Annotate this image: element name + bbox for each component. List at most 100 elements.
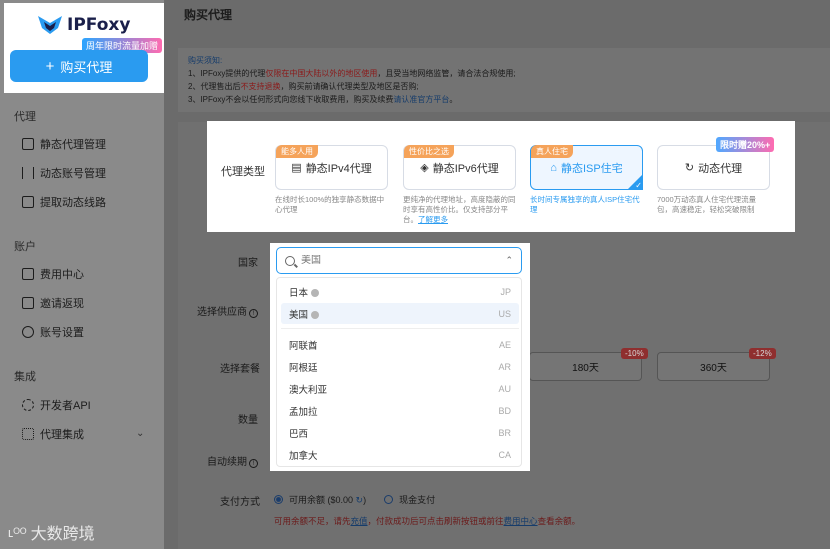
type-card-label: 静态ISP住宅 — [560, 162, 623, 175]
watermark-text: 大数跨境 — [30, 526, 95, 543]
nav-group-title: 集成 — [14, 371, 36, 383]
verified-icon — [311, 310, 320, 319]
buy-proxy-button[interactable]: + 购买代理 — [10, 50, 148, 82]
brand-name: IPFoxy — [67, 15, 131, 35]
plan-label: 选择套餐 — [220, 364, 260, 375]
proxy-type-static-ipv6[interactable]: 性价比之选 ◈ 静态IPv6代理 — [403, 145, 516, 190]
gift-icon — [22, 297, 34, 309]
type-tag: 性价比之选 — [404, 145, 454, 158]
type-card-label: 静态IPv4代理 — [305, 162, 372, 175]
country-option-ae[interactable]: 阿联酋 AE — [281, 334, 519, 355]
proxy-type-static-isp[interactable]: 真人住宅 ⌂ 静态ISP住宅 ✓ — [530, 145, 643, 190]
ipv4-icon: ▤ — [291, 162, 302, 174]
verified-icon — [311, 288, 320, 297]
country-dropdown: ⌃ 日本 JP 美国 US 阿联酋AE 阿根廷AR 澳大利亚AU 孟加拉BD 巴… — [270, 243, 530, 471]
nav-group-title: 代理 — [14, 111, 36, 123]
sidebar-item-account-settings[interactable]: 账号设置 — [22, 324, 84, 340]
type-card-label: 动态代理 — [698, 162, 743, 175]
info-icon[interactable]: ! — [249, 459, 258, 468]
search-icon — [285, 255, 295, 266]
sliders-icon — [22, 167, 34, 179]
type-card-label: 静态IPv6代理 — [432, 162, 499, 175]
chevron-down-icon[interactable]: ⌄ — [136, 428, 144, 439]
country-option-ca[interactable]: 加拿大 CA — [281, 444, 519, 465]
sidebar-item-label: 账号设置 — [40, 327, 84, 339]
code-icon — [22, 399, 34, 411]
page-title: 购买代理 — [184, 8, 233, 22]
house-icon: ⌂ — [550, 161, 557, 174]
balance-option-label: 可用余额 ($0.00 ↻) — [289, 495, 367, 505]
sidebar-item-label: 费用中心 — [40, 269, 84, 281]
auto-renew-label: 自动续期! — [207, 453, 258, 468]
proxy-type-static-ipv4[interactable]: 能多人用 ▤ 静态IPv4代理 — [275, 145, 388, 190]
logo[interactable]: IPFoxy — [38, 15, 130, 35]
plus-icon: + — [45, 57, 55, 75]
limited-offer-badge: 限时赠20%+ — [716, 137, 775, 152]
selected-check-icon: ✓ — [627, 174, 643, 190]
watermark: ʟᴼᴼ 大数跨境 — [8, 520, 95, 544]
sidebar-item-proxy-integration[interactable]: 代理集成 — [22, 426, 84, 442]
purchase-notice: 购买须知: 1、IPFoxy提供的代理仅限在中国大陆以外的地区使用，且受当地网络… — [178, 48, 830, 112]
country-option-us[interactable]: 美国 US — [281, 303, 519, 324]
nav-group-title: 账户 — [14, 241, 36, 253]
sidebar-item-label: 动态账号管理 — [40, 168, 106, 180]
notice-line-2: 2、代理售出后不支持退换，购买前请确认代理类型及地区是否购; — [188, 82, 419, 91]
discount-badge: -12% — [749, 348, 776, 359]
notice-line-3: 3、IPFoxy不会以任何形式向您线下收取费用，购买及续费请认准官方平台。 — [188, 95, 458, 104]
sidebar-item-developer-api[interactable]: 开发者API — [22, 397, 91, 413]
billing-center-link[interactable]: 费用中心 — [504, 516, 538, 526]
proxy-type-panel: 代理类型 能多人用 ▤ 静态IPv4代理 在线时长100%的独享静态数据中心代理… — [207, 121, 795, 232]
discount-badge: -10% — [621, 348, 648, 359]
sidebar-item-invite[interactable]: 邀请返现 — [22, 295, 84, 311]
country-option-ar[interactable]: 阿根廷 AR — [281, 356, 519, 377]
balance-radio[interactable] — [274, 495, 283, 504]
type-tag: 真人住宅 — [531, 145, 573, 158]
fox-logo-icon — [38, 16, 62, 34]
integration-icon — [22, 428, 34, 440]
refresh-icon: ↻ — [684, 162, 695, 174]
sidebar-item-static-proxy[interactable]: 静态代理管理 — [22, 136, 106, 152]
cash-option-label: 现金支付 — [399, 495, 436, 505]
refresh-icon[interactable]: ↻ — [356, 495, 364, 505]
sidebar-item-label: 静态代理管理 — [40, 139, 106, 151]
country-option-br[interactable]: 巴西 BR — [281, 422, 519, 443]
type-desc: 更纯净的代理地址，高度隐蔽的同时享有高性价比。仅支持部分平台。了解更多 — [403, 195, 516, 224]
insufficient-balance-warning: 可用余额不足，请先充值，付款成功后可点击刷新按钮或前往费用中心查看余额。 — [274, 516, 581, 526]
country-select[interactable]: ⌃ — [276, 247, 522, 274]
country-option-bd[interactable]: 孟加拉 BD — [281, 400, 519, 421]
watermark-logo-icon: ʟᴼᴼ — [8, 524, 27, 540]
monitor-icon — [22, 138, 34, 150]
quantity-label: 数量 — [238, 415, 258, 426]
type-desc: 在线时长100%的独享静态数据中心代理 — [275, 195, 385, 214]
list-icon — [22, 196, 34, 208]
sidebar-item-label: 代理集成 — [40, 429, 84, 441]
country-list: 日本 JP 美国 US 阿联酋 AE 阿根廷 AR 澳大利亚 AU 孟加拉 BD 巴西 B… — [276, 277, 522, 467]
logo-card: IPFoxy 周年限时流量加赠 + 购买代理 — [4, 3, 164, 93]
notice-line-1: 1、IPFoxy提供的代理仅限在中国大陆以外的地区使用，且受当地网络监管，请合法… — [188, 69, 516, 78]
buy-proxy-label: 购买代理 — [60, 59, 113, 75]
learn-more-link[interactable]: 了解更多 — [418, 215, 448, 224]
sidebar-item-label: 邀请返现 — [40, 298, 84, 310]
country-option-jp[interactable]: 日本 JP — [281, 281, 519, 302]
country-option-au[interactable]: 澳大利亚 AU — [281, 378, 519, 399]
sidebar-item-label: 开发者API — [40, 400, 91, 412]
list-divider — [281, 328, 519, 329]
type-tag: 能多人用 — [276, 145, 318, 158]
sidebar-item-billing[interactable]: 费用中心 — [22, 266, 84, 282]
country-search-input[interactable] — [301, 255, 506, 266]
payment-options: 可用余额 ($0.00 ↻) 现金支付 — [274, 493, 435, 506]
notice-title: 购买须知: — [188, 56, 223, 65]
proxy-type-label: 代理类型 — [221, 166, 265, 178]
user-settings-icon — [22, 326, 34, 338]
wallet-icon — [22, 268, 34, 280]
supplier-label: 选择供应商! — [197, 303, 258, 318]
sidebar-item-extract-lines[interactable]: 提取动态线路 — [22, 194, 106, 210]
info-icon[interactable]: ! — [249, 309, 258, 318]
recharge-link[interactable]: 充值 — [351, 516, 368, 526]
sidebar-item-dynamic-account[interactable]: 动态账号管理 — [22, 165, 106, 181]
payment-label: 支付方式 — [220, 497, 260, 508]
cash-radio[interactable] — [384, 495, 394, 504]
chevron-up-icon[interactable]: ⌃ — [505, 255, 513, 266]
type-desc: 7000万动态真人住宅代理流量包，高速稳定，轻松突破限制 — [657, 195, 757, 214]
sidebar-item-label: 提取动态线路 — [40, 197, 106, 209]
